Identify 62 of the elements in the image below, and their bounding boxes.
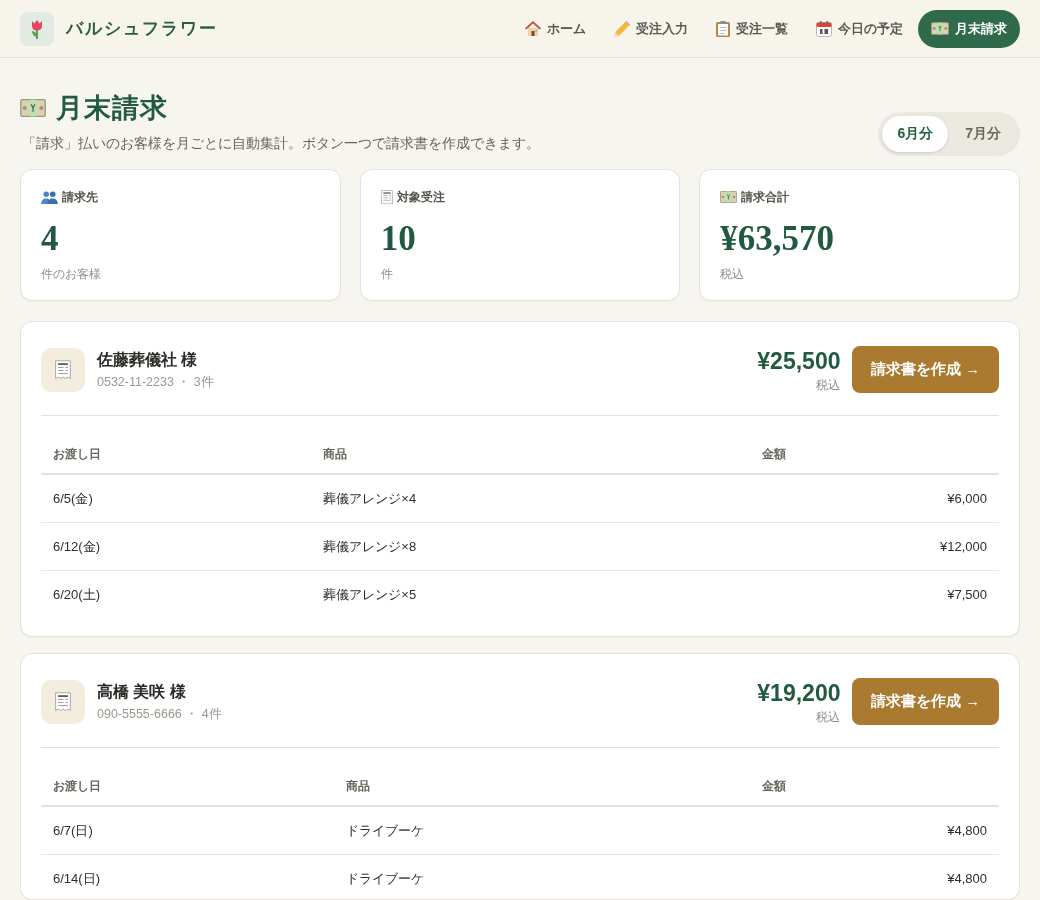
brand-name: バルシュフラワー xyxy=(66,18,218,40)
banknote-icon xyxy=(931,22,949,35)
page-title: 月末請求 xyxy=(56,92,168,125)
total-amount: ¥25,500 xyxy=(757,346,841,375)
table-cell: 葬儀アレンジ×8 xyxy=(311,522,750,571)
page-description: 「請求」払いのお客様を月ごとに自動集計。ボタン一つで請求書を作成できます。 xyxy=(22,135,540,153)
customer-name: 佐藤葬儀社 様 xyxy=(97,350,198,368)
receipt-icon xyxy=(41,679,85,724)
stat-label: 請求合計 xyxy=(741,188,790,206)
stat-label: 対象受注 xyxy=(396,188,445,206)
total-amount: ¥19,200 xyxy=(757,678,841,707)
table-cell: 6/14(日) xyxy=(41,854,335,899)
column-header: お渡し日 xyxy=(41,768,335,806)
stat-note: 税込 xyxy=(720,267,745,281)
banknote-icon xyxy=(20,99,46,117)
tulip-icon xyxy=(20,11,54,46)
house-icon xyxy=(525,21,541,36)
table-cell: 6/12(金) xyxy=(41,522,312,571)
receipt-icon xyxy=(41,347,85,392)
table-cell: 6/20(土) xyxy=(41,570,312,618)
pencil-icon xyxy=(614,20,630,37)
stat-note: 件のお客様 xyxy=(41,267,101,281)
nav-link[interactable]: 受注入力 xyxy=(601,9,701,48)
create-invoice-button[interactable]: 請求書を作成 → xyxy=(852,678,999,725)
table-cell: ¥4,800 xyxy=(749,806,999,855)
table-cell: ¥7,500 xyxy=(749,570,999,618)
column-header: 金額 xyxy=(749,768,999,806)
banknote-icon xyxy=(720,191,738,203)
column-header: 商品 xyxy=(311,436,750,474)
create-invoice-button[interactable]: 請求書を作成 → xyxy=(852,346,999,393)
table-cell: ドライブーケ xyxy=(334,806,750,855)
tax-note: 税込 xyxy=(816,708,841,725)
customer-name: 高橋 美咲 様 xyxy=(97,682,186,700)
nav-link[interactable]: 今日の予定 xyxy=(803,9,916,48)
people-icon xyxy=(41,190,58,204)
stat-value: 10 xyxy=(380,219,416,258)
customer-contact: 090-5555-6666 ・ 4件 xyxy=(97,706,222,721)
table-cell: ¥4,800 xyxy=(749,854,999,899)
calendar-icon xyxy=(816,20,832,37)
table-cell: 葬儀アレンジ×4 xyxy=(311,474,750,523)
nav-link[interactable]: 月末請求 xyxy=(918,9,1020,48)
table-cell: ¥6,000 xyxy=(749,474,999,523)
nav-link[interactable]: ホーム xyxy=(512,9,599,48)
stat-label: 請求先 xyxy=(62,188,98,206)
table-cell: 葬儀アレンジ×5 xyxy=(311,570,750,618)
clipboard-icon xyxy=(716,20,730,37)
table-cell: 6/7(日) xyxy=(41,806,335,855)
customer-contact: 0532-11-2233 ・ 3件 xyxy=(97,374,214,389)
column-header: 金額 xyxy=(749,436,999,474)
table-cell: 6/5(金) xyxy=(41,474,312,523)
month-tab[interactable]: 6月分 xyxy=(882,116,949,152)
tax-note: 税込 xyxy=(816,376,841,393)
stat-note: 件 xyxy=(380,267,393,281)
column-header: 商品 xyxy=(334,768,750,806)
column-header: お渡し日 xyxy=(41,436,312,474)
month-tab[interactable]: 7月分 xyxy=(950,116,1016,152)
table-cell: ¥12,000 xyxy=(749,522,999,571)
table-cell: ドライブーケ xyxy=(334,854,750,899)
nav-link[interactable]: 受注一覧 xyxy=(703,9,801,48)
stat-value: 4 xyxy=(41,219,59,258)
receipt-icon xyxy=(380,189,393,205)
stat-value: ¥63,570 xyxy=(720,219,835,258)
